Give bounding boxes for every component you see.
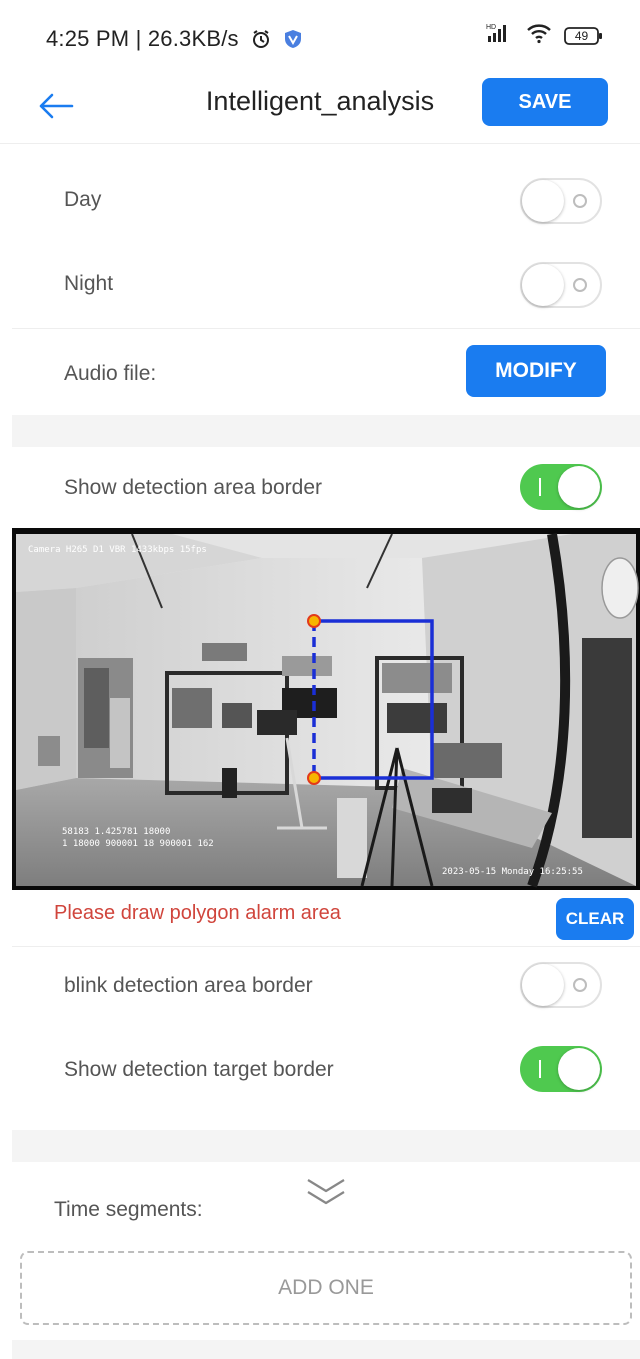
add-time-segment-button[interactable]: ADD ONE	[20, 1251, 632, 1325]
time-segments-row: Time segments:	[12, 1162, 640, 1244]
battery-icon: 49	[564, 25, 604, 47]
svg-text:HD: HD	[486, 24, 496, 31]
camera-osd-stats-2: 1 18000 900001 18 900001 162	[62, 839, 214, 849]
night-toggle[interactable]	[520, 262, 602, 308]
show-area-border-row: Show detection area border	[12, 447, 640, 527]
status-icons: HD 49	[486, 22, 604, 49]
clear-area-button[interactable]: CLEAR	[556, 898, 634, 940]
header: Intelligent_analysis SAVE	[0, 70, 640, 144]
day-row: Day	[12, 160, 640, 242]
signal-icon: HD	[486, 22, 514, 49]
alarm-clock-icon	[251, 29, 271, 55]
battery-level: 49	[574, 28, 589, 43]
polygon-vertex[interactable]	[307, 771, 321, 785]
blink-area-border-row: blink detection area border	[12, 947, 640, 1027]
show-target-border-toggle[interactable]	[520, 1046, 602, 1092]
night-row: Night	[12, 242, 640, 326]
show-area-border-label: Show detection area border	[64, 476, 322, 499]
day-label: Day	[64, 188, 102, 211]
show-target-border-row: Show detection target border	[12, 1028, 640, 1112]
polygon-vertex[interactable]	[307, 614, 321, 628]
camera-osd-stats-1: 58183 1.425781 18000	[62, 827, 170, 837]
wifi-icon	[526, 22, 552, 49]
save-button[interactable]: SAVE	[482, 78, 608, 126]
status-bar: 4:25 PM | 26.3KB/s HD 49	[0, 0, 640, 78]
double-chevron-down-icon[interactable]	[304, 1176, 348, 1208]
day-toggle[interactable]	[520, 178, 602, 224]
camera-osd-timestamp: 2023-05-15 Monday 16:25:55	[442, 867, 583, 877]
camera-scene: Camera H265 D1 VBR 1433kbps 15fps 58183 …	[16, 533, 639, 888]
vpn-shield-icon	[283, 29, 303, 55]
camera-preview[interactable]: Camera H265 D1 VBR 1433kbps 15fps 58183 …	[12, 528, 640, 890]
time-segments-label: Time segments:	[54, 1198, 203, 1221]
camera-osd-top: Camera H265 D1 VBR 1433kbps 15fps	[28, 545, 207, 555]
show-area-border-toggle[interactable]	[520, 464, 602, 510]
show-target-border-label: Show detection target border	[64, 1058, 334, 1081]
section-gap	[12, 415, 640, 447]
section-gap	[12, 1130, 640, 1162]
modify-audio-button[interactable]: MODIFY	[466, 345, 606, 397]
alarm-area-hint: Please draw polygon alarm area	[54, 902, 341, 924]
night-label: Night	[64, 272, 114, 295]
audio-file-label: Audio file:	[64, 362, 157, 385]
bottom-gap	[12, 1340, 640, 1359]
status-time: 4:25 PM | 26.3KB/s	[46, 26, 303, 55]
blink-area-border-toggle[interactable]	[520, 962, 602, 1008]
blink-area-border-label: blink detection area border	[64, 974, 313, 997]
